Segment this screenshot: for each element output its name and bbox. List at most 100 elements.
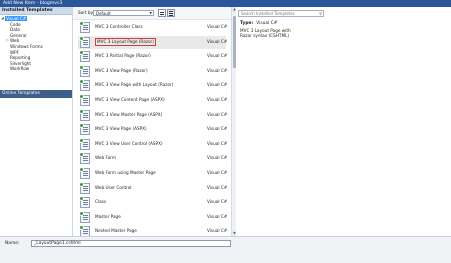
file-icon xyxy=(79,181,90,194)
template-name: MVC 3 View Content Page (ASPX) xyxy=(95,97,165,102)
name-label: Name: xyxy=(5,241,20,246)
template-language: Visual C# xyxy=(207,126,227,132)
template-name: MVC 3 View Page with Layout (Razor) xyxy=(95,82,174,88)
tree-item-label: WPF xyxy=(10,49,20,55)
bottom-bar: Name: _LayoutPage1.cshtml xyxy=(0,236,451,263)
template-details-pane: Search Installed Templates ⚲ Type: Visual… xyxy=(236,7,451,236)
template-row[interactable]: MVC 3 Layout Page (Razor) Visual C# xyxy=(78,35,227,49)
template-row[interactable]: Nested Master Page Visual C# xyxy=(78,225,227,236)
template-language: Visual C# xyxy=(207,97,227,102)
tree-item[interactable]: Workflow xyxy=(0,66,72,72)
file-icon xyxy=(79,94,90,106)
template-row[interactable]: MVC 3 View Page (Razor) Visual C# xyxy=(78,64,227,78)
template-row[interactable]: MVC 3 View Page (ASPX) Visual C# xyxy=(78,123,227,136)
template-language: Visual C# xyxy=(207,82,227,88)
file-icon xyxy=(79,35,90,48)
file-icon xyxy=(79,167,90,179)
template-name: Nested Master Page xyxy=(95,228,137,234)
template-language: Visual C# xyxy=(207,170,227,175)
csharp-badge-icon xyxy=(79,167,84,172)
chevron-down-icon: ▼ xyxy=(149,11,152,15)
template-name: Web User Control xyxy=(95,184,132,190)
tree-item-label: Windows Forms xyxy=(10,43,43,49)
template-row[interactable]: Master Page Visual C# xyxy=(78,210,227,224)
file-icon xyxy=(79,210,90,223)
template-list: MVC 3 Controller Class Visual C# MVC 3 Lay… xyxy=(73,20,227,236)
search-placeholder: Search Installed Templates xyxy=(241,11,295,16)
template-row[interactable]: MVC 3 View Content Page (ASPX) Visual C# xyxy=(78,94,227,107)
name-input[interactable]: _LayoutPage1.cshtml xyxy=(31,240,231,247)
file-icon xyxy=(79,108,90,121)
template-row[interactable]: MVC 3 View Master Page (ASPX) Visual C# xyxy=(78,108,227,122)
tree-item-label: General xyxy=(10,32,27,38)
tree-item-label: Silverlight xyxy=(10,60,32,66)
list-view-button[interactable] xyxy=(167,9,175,17)
template-language: Visual C# xyxy=(207,24,227,29)
file-icon xyxy=(79,196,90,209)
template-name: MVC 3 View User Control (ASPX) xyxy=(95,140,163,146)
template-language: Visual C# xyxy=(207,213,227,219)
template-name: Class xyxy=(95,199,107,205)
tree-item-label: Reporting xyxy=(10,55,31,61)
file-icon xyxy=(79,79,90,92)
template-row[interactable]: Class Visual C# xyxy=(78,196,227,209)
template-language: Visual C# xyxy=(207,38,227,44)
template-language: Visual C# xyxy=(207,111,227,117)
file-icon xyxy=(79,225,90,236)
template-row[interactable]: Web Form using Master Page Visual C# xyxy=(78,167,227,180)
type-value: Visual C# xyxy=(256,21,278,26)
file-icon xyxy=(79,64,90,77)
template-language: Visual C# xyxy=(207,140,227,146)
csharp-badge-icon xyxy=(79,225,84,231)
template-language: Visual C# xyxy=(207,53,227,59)
template-language: Visual C# xyxy=(207,155,227,161)
tree-item-label: Web xyxy=(10,38,20,44)
template-name: MVC 3 Partial Page (Razor) xyxy=(95,53,151,59)
sort-by-select[interactable]: Default ▼ xyxy=(93,10,154,16)
search-templates-input[interactable]: Search Installed Templates ⚲ xyxy=(238,10,324,17)
csharp-badge-icon xyxy=(79,152,84,158)
tree-item-label: Data xyxy=(10,27,20,33)
template-language: Visual C# xyxy=(207,67,227,73)
tree-item-label: Visual C# xyxy=(5,16,28,21)
online-templates-header[interactable]: Online Templates xyxy=(0,90,72,98)
template-name: Master Page xyxy=(95,213,121,219)
small-icons-view-button[interactable] xyxy=(158,9,166,17)
template-row[interactable]: MVC 3 Controller Class Visual C# xyxy=(78,21,227,34)
file-icon xyxy=(79,50,90,63)
csharp-badge-icon xyxy=(79,79,84,85)
template-row[interactable]: MVC 3 Partial Page (Razor) Visual C# xyxy=(78,50,227,63)
template-name: MVC 3 View Page (Razor) xyxy=(95,67,148,73)
magnifier-icon[interactable]: ⚲ xyxy=(319,11,322,17)
template-language: Visual C# xyxy=(207,228,227,234)
template-row[interactable]: MVC 3 View User Control (ASPX) Visual C# xyxy=(78,137,227,151)
csharp-badge-icon xyxy=(79,123,84,129)
template-name: Web Form xyxy=(95,155,117,161)
csharp-badge-icon xyxy=(79,196,84,202)
csharp-badge-icon xyxy=(79,94,84,99)
window-title: Add New Item - blogmvc3 xyxy=(3,1,63,6)
file-icon xyxy=(79,21,90,33)
template-name: MVC 3 Layout Page (Razor) xyxy=(95,37,156,46)
template-row[interactable]: Web Form Visual C# xyxy=(78,152,227,165)
template-row[interactable]: MVC 3 View Page with Layout (Razor) Visua… xyxy=(78,79,227,92)
template-name: Web Form using Master Page xyxy=(95,170,156,175)
sort-by-value: Default xyxy=(96,11,111,16)
file-icon xyxy=(79,152,90,165)
csharp-badge-icon xyxy=(79,137,84,143)
csharp-badge-icon xyxy=(79,210,84,216)
file-icon xyxy=(79,137,90,150)
installed-templates-header: Installed Templates xyxy=(0,7,72,15)
csharp-badge-icon xyxy=(79,64,84,70)
csharp-badge-icon xyxy=(79,21,84,26)
type-line: Type: Visual C# xyxy=(240,21,277,26)
type-label: Type: xyxy=(240,21,254,26)
template-language: Visual C# xyxy=(207,184,227,190)
category-tree: ◢ Visual C# Code Data General ▷ Web Windows For… xyxy=(0,15,72,72)
template-name: MVC 3 Controller Class xyxy=(95,24,143,29)
template-name: MVC 3 View Page (ASPX) xyxy=(95,126,147,132)
list-toolbar: Sort by: Default ▼ xyxy=(73,7,236,20)
template-description: MVC 3 Layout Page with Razor syntax (CSH… xyxy=(240,28,291,39)
csharp-badge-icon xyxy=(79,35,84,41)
template-row[interactable]: Web User Control Visual C# xyxy=(78,181,227,195)
